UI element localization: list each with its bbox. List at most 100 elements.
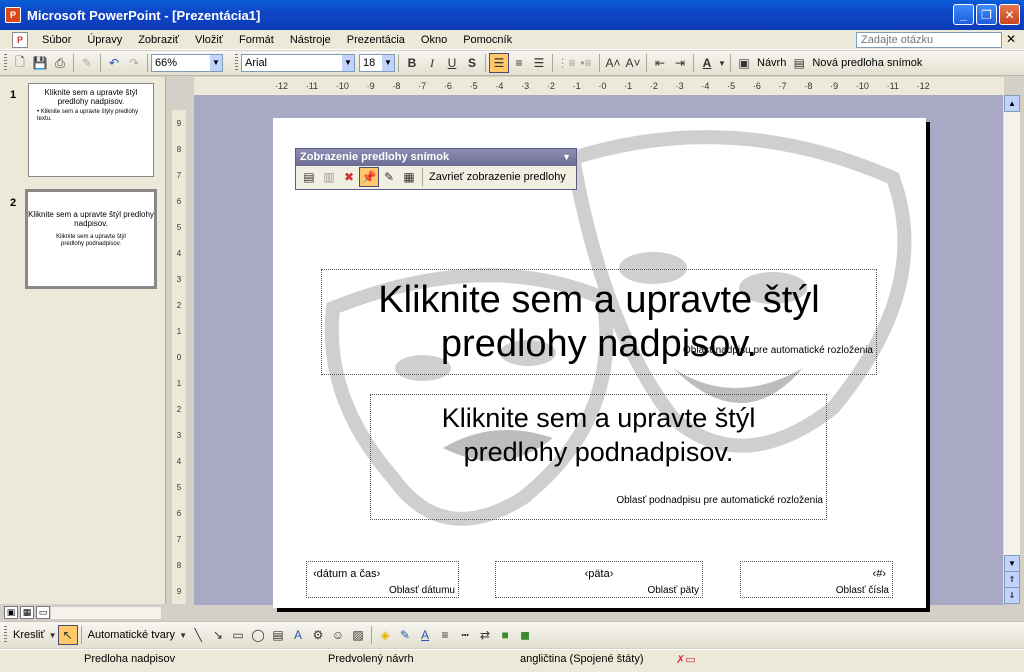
slideshow-icon[interactable]: ▭ bbox=[36, 606, 50, 619]
new-icon[interactable]: 🗋 bbox=[10, 53, 30, 73]
decrease-font-icon[interactable]: A˅ bbox=[623, 53, 643, 73]
select-objects-icon[interactable]: ↖ bbox=[57, 625, 78, 645]
font-size-select[interactable]: 18 ▼ bbox=[359, 54, 395, 72]
increase-indent-icon[interactable]: ⇥ bbox=[670, 53, 690, 73]
autoshapes-dropdown-icon[interactable]: ▼ bbox=[178, 625, 188, 645]
picture-icon[interactable]: ▨ bbox=[348, 625, 368, 645]
slide-thumbnail-1[interactable]: Kliknite sem a upravte štýl predlohy nad… bbox=[28, 83, 154, 177]
format-painter-icon[interactable]: ✎ bbox=[77, 53, 97, 73]
shadow-style-icon[interactable]: ■ bbox=[495, 625, 515, 645]
bold-icon[interactable]: B bbox=[402, 53, 422, 73]
menu-subor[interactable]: Súbor bbox=[34, 34, 79, 46]
scroll-up-icon[interactable]: ▲ bbox=[1004, 95, 1020, 112]
slide-thumbnail-2[interactable]: Kliknite sem a upravte štýl predlohy nad… bbox=[25, 189, 157, 289]
scroll-down-icon[interactable]: ▼ bbox=[1004, 555, 1020, 572]
slide-canvas[interactable]: Kliknite sem a upravte štýl predlohy nad… bbox=[273, 118, 926, 608]
title-placeholder[interactable]: Kliknite sem a upravte štýl predlohy nad… bbox=[321, 269, 877, 375]
rectangle-icon[interactable]: ▭ bbox=[228, 625, 248, 645]
text-box-icon[interactable]: ▤ bbox=[268, 625, 288, 645]
vertical-scrollbar[interactable]: ▲ ▼ ⇑ ⇓ bbox=[1003, 95, 1020, 604]
number-value[interactable]: ‹#› bbox=[741, 568, 892, 580]
font-select[interactable]: Arial ▼ bbox=[241, 54, 355, 72]
toolbar-grip[interactable] bbox=[4, 54, 7, 72]
diagram-icon[interactable]: ⚙ bbox=[308, 625, 328, 645]
insert-new-master-icon[interactable]: ▤ bbox=[299, 167, 319, 187]
menu-okno[interactable]: Okno bbox=[413, 34, 455, 46]
horizontal-ruler[interactable]: ·12 ·11 ·10 ·9 ·8 ·7 ·6 ·5 ·4 ·3 ·2 ·1 ·0 ·1 ·2 ·3 ·4 ·5 ·… bbox=[275, 78, 930, 94]
decrease-indent-icon[interactable]: ⇤ bbox=[650, 53, 670, 73]
ask-question-input[interactable]: Zadajte otázku bbox=[856, 32, 1002, 48]
master-layout-icon[interactable]: ▦ bbox=[399, 167, 419, 187]
dash-style-icon[interactable]: ┅ bbox=[455, 625, 475, 645]
design-icon[interactable]: ▣ bbox=[734, 53, 754, 73]
date-placeholder[interactable]: ‹dátum a čas› Oblasť dátumu bbox=[306, 561, 459, 598]
powerpoint-app-icon[interactable]: P bbox=[5, 7, 21, 23]
italic-icon[interactable]: I bbox=[422, 53, 442, 73]
spelling-status-icon[interactable]: ✗▭ bbox=[676, 653, 696, 666]
restore-button[interactable]: ❐ bbox=[976, 4, 997, 25]
shadow-icon[interactable]: S bbox=[462, 53, 482, 73]
align-right-icon[interactable]: ☰ bbox=[529, 53, 549, 73]
vertical-ruler[interactable]: 9 8 7 6 5 4 3 2 1 0 1 2 3 4 5 6 7 8 9 bbox=[172, 110, 186, 604]
new-master-button[interactable]: Nová predloha snímok bbox=[812, 57, 922, 69]
rename-master-icon[interactable]: ✎ bbox=[379, 167, 399, 187]
undo-icon[interactable]: ↶ bbox=[104, 53, 124, 73]
save-icon[interactable]: 💾 bbox=[30, 53, 50, 73]
date-value[interactable]: ‹dátum a čas› bbox=[307, 568, 458, 580]
menu-zobrazit[interactable]: Zobraziť bbox=[130, 34, 187, 46]
delete-master-icon[interactable]: ✖ bbox=[339, 167, 359, 187]
redo-icon[interactable]: ↷ bbox=[124, 53, 144, 73]
menu-vlozit[interactable]: Vložiť bbox=[187, 34, 231, 46]
menu-upravy[interactable]: Úpravy bbox=[79, 34, 130, 46]
print-preview-icon[interactable]: ⎙ bbox=[50, 53, 70, 73]
insert-title-master-icon[interactable]: ▥ bbox=[319, 167, 339, 187]
wordart-icon[interactable]: A bbox=[288, 625, 308, 645]
preserve-master-icon[interactable]: 📌 bbox=[359, 167, 379, 187]
align-center-icon[interactable]: ≡ bbox=[509, 53, 529, 73]
clip-art-icon[interactable]: ☺ bbox=[328, 625, 348, 645]
oval-icon[interactable]: ◯ bbox=[248, 625, 268, 645]
close-document-icon[interactable]: ✕ bbox=[1006, 32, 1016, 46]
3d-style-icon[interactable]: ◼ bbox=[515, 625, 535, 645]
menu-prezentacia[interactable]: Prezentácia bbox=[339, 34, 413, 46]
numbering-icon[interactable]: ⋮≡ bbox=[556, 53, 576, 73]
menu-nastroje[interactable]: Nástroje bbox=[282, 34, 339, 46]
arrow-style-icon[interactable]: ⇄ bbox=[475, 625, 495, 645]
align-left-icon[interactable]: ☰ bbox=[489, 53, 509, 73]
close-master-view-button[interactable]: Zavrieť zobrazenie predlohy bbox=[429, 171, 566, 183]
font-color-dropdown-icon[interactable]: ▼ bbox=[717, 53, 727, 73]
minimize-button[interactable]: _ bbox=[953, 4, 974, 25]
menu-format[interactable]: Formát bbox=[231, 34, 282, 46]
slide-sorter-icon[interactable]: ▦ bbox=[20, 606, 34, 619]
subtitle-placeholder[interactable]: Kliknite sem a upravte štýl predlohy pod… bbox=[370, 394, 827, 520]
toolbar-options-icon[interactable]: ▼ bbox=[562, 149, 571, 166]
bullets-icon[interactable]: •≡ bbox=[576, 53, 596, 73]
underline-icon[interactable]: U bbox=[442, 53, 462, 73]
arrow-icon[interactable]: ↘ bbox=[208, 625, 228, 645]
drawing-toolbar-grip[interactable] bbox=[4, 626, 7, 644]
font-color-draw-icon[interactable]: A bbox=[415, 625, 435, 645]
previous-slide-icon[interactable]: ⇑ bbox=[1004, 571, 1020, 588]
toolbar-grip-2[interactable] bbox=[235, 54, 238, 72]
line-style-icon[interactable]: ≡ bbox=[435, 625, 455, 645]
number-placeholder[interactable]: ‹#› Oblasť čísla bbox=[740, 561, 893, 598]
autoshapes-menu-button[interactable]: Automatické tvary bbox=[88, 629, 175, 641]
design-button[interactable]: Návrh bbox=[757, 57, 786, 69]
line-color-icon[interactable]: ✎ bbox=[395, 625, 415, 645]
footer-placeholder[interactable]: ‹päta› Oblasť päty bbox=[495, 561, 703, 598]
draw-dropdown-icon[interactable]: ▼ bbox=[48, 625, 58, 645]
zoom-select[interactable]: 66% ▼ bbox=[151, 54, 223, 72]
draw-menu-button[interactable]: Kresliť bbox=[13, 629, 45, 641]
footer-value[interactable]: ‹päta› bbox=[496, 568, 702, 580]
close-button[interactable]: ✕ bbox=[999, 4, 1020, 25]
increase-font-icon[interactable]: A˄ bbox=[603, 53, 623, 73]
master-toolbar-title[interactable]: Zobrazenie predlohy snímok bbox=[300, 151, 449, 163]
subtitle-text[interactable]: Kliknite sem a upravte štýl predlohy pod… bbox=[371, 401, 826, 469]
line-icon[interactable]: ╲ bbox=[188, 625, 208, 645]
normal-view-icon[interactable]: ▣ bbox=[4, 606, 18, 619]
horizontal-scrollbar[interactable] bbox=[50, 606, 162, 620]
new-master-icon[interactable]: ▤ bbox=[789, 53, 809, 73]
next-slide-icon[interactable]: ⇓ bbox=[1004, 587, 1020, 604]
fill-color-icon[interactable]: ◈ bbox=[375, 625, 395, 645]
menu-pomocnik[interactable]: Pomocník bbox=[455, 34, 520, 46]
